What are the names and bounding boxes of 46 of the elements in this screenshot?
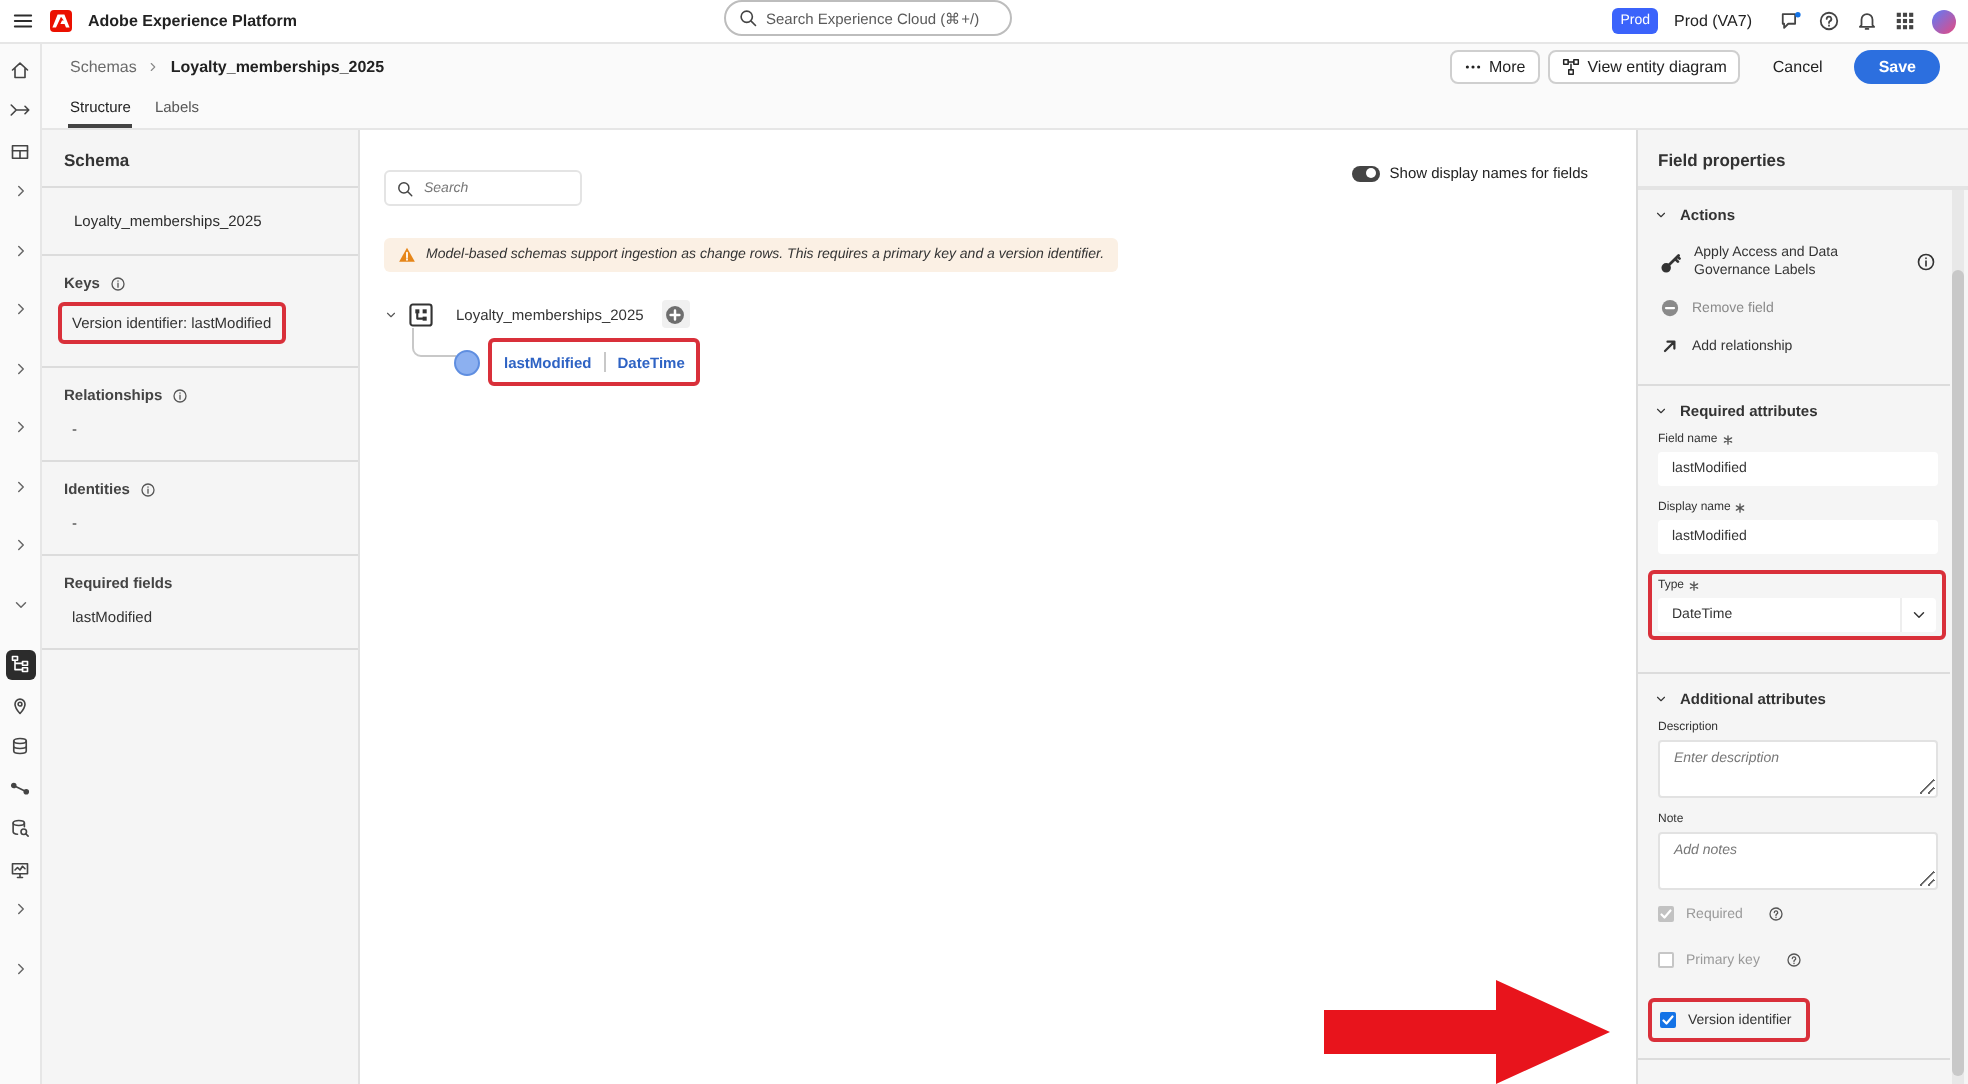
chevron-down-icon (1654, 404, 1668, 418)
save-button[interactable]: Save (1854, 50, 1940, 84)
add-field-button[interactable] (661, 300, 690, 328)
chevron-down-icon (1910, 606, 1928, 624)
checkbox[interactable] (1660, 1012, 1676, 1028)
search-icon (396, 179, 414, 197)
breadcrumb-link[interactable]: Schemas (70, 58, 137, 76)
feedback-icon (1780, 10, 1802, 32)
required-icon (1721, 434, 1734, 446)
remove-icon (1660, 298, 1680, 318)
diagram-icon (1561, 58, 1580, 76)
panel-title: Schema (42, 130, 358, 188)
product-name: Adobe Experience Platform (88, 12, 297, 30)
logo-icon (50, 10, 72, 32)
info-icon (109, 275, 126, 291)
breadcrumb-current: Loyalty_memberships_2025 (170, 58, 385, 76)
arrow-icon (1660, 336, 1680, 356)
panel-title: Field properties (1638, 130, 1968, 190)
schema-icon[interactable] (5, 649, 35, 679)
chevron-down-icon[interactable] (384, 307, 398, 321)
breadcrumb-separator-icon (146, 60, 161, 74)
help-icon (1818, 10, 1840, 32)
avatar[interactable] (1932, 9, 1956, 33)
search-icon (738, 8, 758, 28)
required-icon (1688, 580, 1701, 592)
toggle-switch[interactable] (1351, 165, 1380, 181)
info-icon (1916, 252, 1936, 272)
chevron-down-icon (1654, 208, 1668, 222)
sandbox-name[interactable]: Prod (VA7) (1674, 12, 1752, 30)
required-icon (1734, 502, 1747, 514)
help-icon (1768, 906, 1785, 922)
apps-icon (1894, 10, 1916, 32)
notifications-icon (1856, 10, 1878, 32)
chevron-down-icon (1654, 692, 1668, 706)
node-icon[interactable] (408, 301, 434, 327)
field-node-dot (454, 350, 480, 376)
warning-icon (398, 246, 416, 264)
help-icon (1785, 952, 1802, 968)
view-diagram-button[interactable]: View entity diagram (1547, 50, 1741, 84)
key-icon (1660, 251, 1682, 273)
menu-icon (12, 10, 34, 32)
info-icon (139, 481, 156, 497)
more-button[interactable]: More (1449, 50, 1540, 84)
cancel-button[interactable]: Cancel (1760, 50, 1835, 84)
scrollbar[interactable] (1952, 190, 1964, 1084)
info-icon (172, 387, 189, 403)
